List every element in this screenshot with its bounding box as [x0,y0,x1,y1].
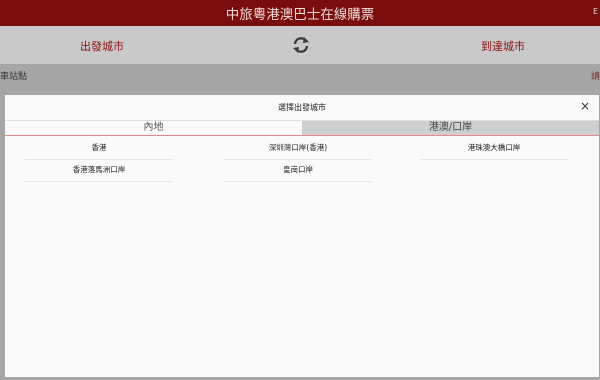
region-tabs: 內地 港澳/口岸 [5,120,599,135]
route-selector: 出發城市 到達城市 [0,26,600,64]
from-city-button[interactable]: 出發城市 [80,38,124,54]
city-option-hzmb-port[interactable]: 港珠澳大橋口岸 [420,138,568,160]
city-option-huanggang[interactable]: 皇崗口岸 [224,160,372,182]
modal-title: 選擇出發城市 [278,103,326,112]
language-switch[interactable]: E [593,7,598,16]
city-option-shenzhen-bay[interactable]: 深圳灣口岸(香港) [224,138,372,160]
app-title: 中旅粵港澳巴士在線購票 [225,7,375,23]
city-option-lok-ma-chau[interactable]: 香港落馬洲口岸 [25,160,173,182]
close-icon[interactable]: × [579,100,591,112]
app-header: 中旅粵港澳巴士在線購票 E [0,0,600,26]
city-picker-modal: 選擇出發城市 × 內地 港澳/口岸 香港 深圳灣口岸(香港) 港珠澳大橋口岸 香… [5,95,599,377]
city-option-hong-kong[interactable]: 香港 [25,138,173,160]
tab-underline [5,135,599,136]
swap-icon[interactable] [291,35,311,55]
tab-mainland[interactable]: 內地 [5,121,302,135]
to-city-button[interactable]: 到達城市 [481,38,525,54]
tab-hk-macau-ports[interactable]: 港澳/口岸 [302,121,599,135]
